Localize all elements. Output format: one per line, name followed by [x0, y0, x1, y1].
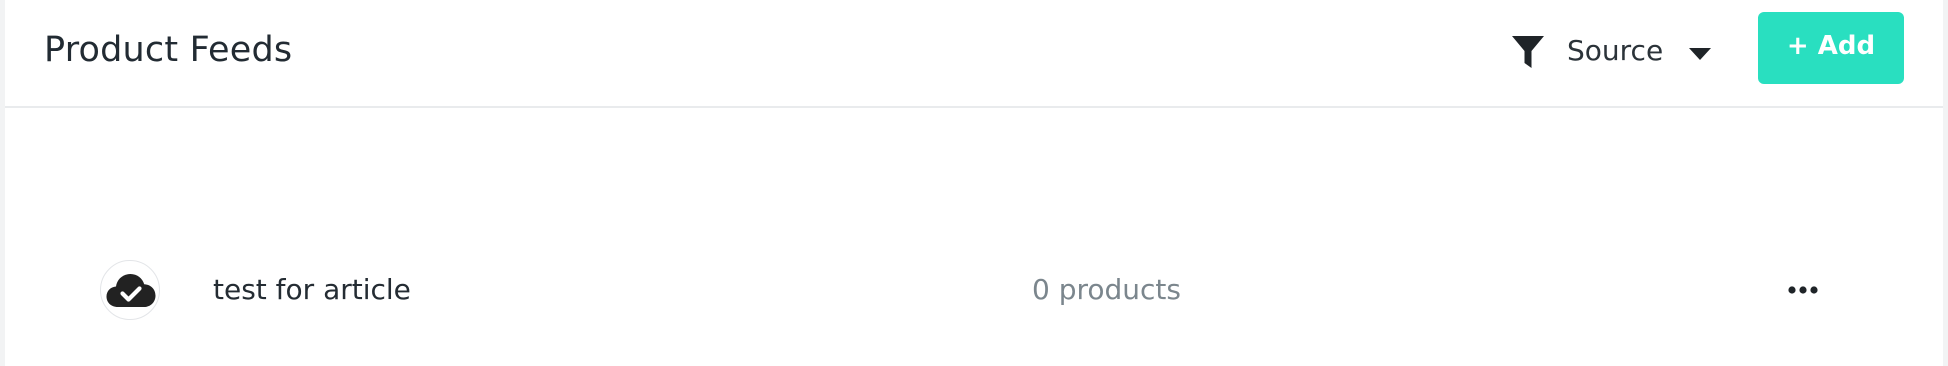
source-filter-dropdown[interactable]: Source	[1567, 33, 1663, 69]
feed-avatar	[100, 260, 160, 320]
add-feed-button[interactable]: + Add	[1758, 12, 1904, 84]
caret-down-icon[interactable]	[1689, 48, 1711, 60]
product-feeds-panel: Product Feeds Source + Add test for arti…	[5, 0, 1943, 366]
feed-product-count: 0 products	[1032, 273, 1181, 306]
more-horizontal-icon[interactable]	[1783, 272, 1823, 308]
page-header: Product Feeds Source + Add	[5, 0, 1943, 108]
feed-name[interactable]: test for article	[213, 273, 411, 307]
filter-funnel-icon[interactable]	[1511, 34, 1545, 70]
add-feed-button-label: + Add	[1786, 31, 1876, 61]
page-title: Product Feeds	[44, 30, 293, 70]
cloud-check-icon	[106, 274, 156, 307]
feed-row[interactable]: test for article 0 products	[5, 250, 1943, 330]
